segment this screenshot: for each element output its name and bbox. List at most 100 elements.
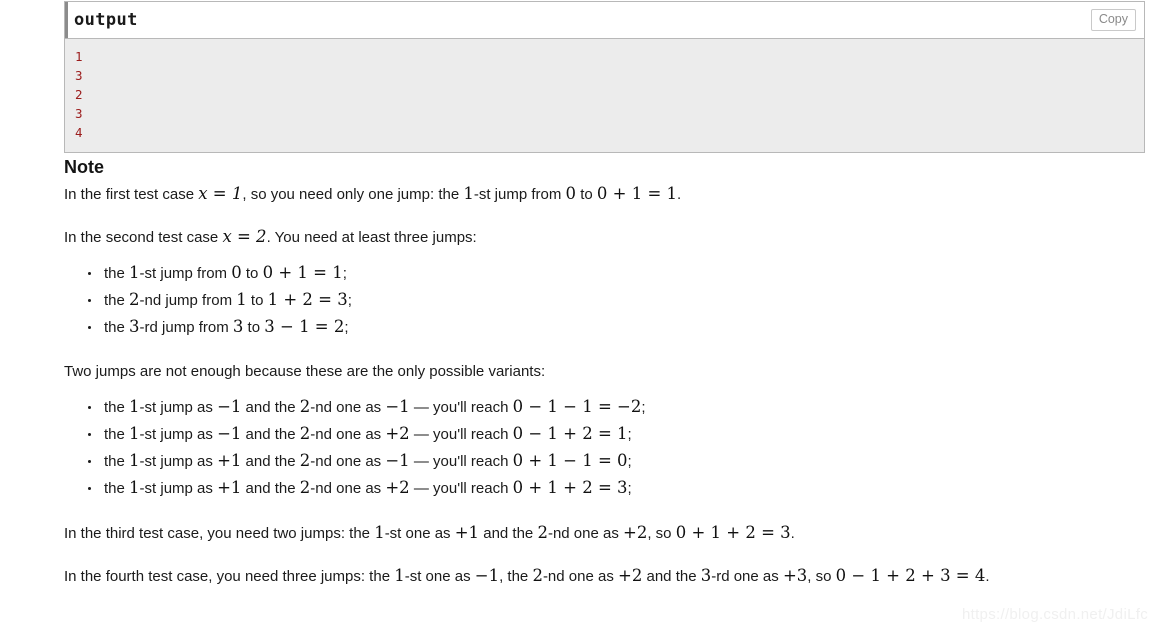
note-section: Note In the first test case x = 1, so yo… bbox=[64, 156, 1149, 588]
output-panel-header: output Copy bbox=[65, 2, 1144, 38]
text-fragment: -st jump as bbox=[139, 426, 218, 443]
math-expression: 2 bbox=[299, 478, 311, 497]
text-fragment: and the bbox=[241, 399, 300, 416]
text-fragment: you'll reach bbox=[433, 399, 513, 416]
math-expression: 2 bbox=[532, 566, 543, 585]
text-fragment: In the third test case, you need two jum… bbox=[64, 525, 375, 542]
math-expression: 1 bbox=[463, 184, 474, 203]
text-fragment: -st jump as bbox=[139, 480, 218, 497]
math-expression: 1 bbox=[129, 424, 140, 443]
text-fragment: you'll reach bbox=[433, 480, 513, 497]
math-expression: +2 bbox=[618, 566, 643, 585]
text-fragment: , so bbox=[647, 525, 676, 542]
math-expression: 0 + 1 − 1 = 0 bbox=[512, 451, 628, 470]
math-expression: −1 bbox=[217, 397, 242, 416]
text-fragment: -st jump from bbox=[139, 265, 232, 282]
note-heading: Note bbox=[64, 157, 104, 177]
math-expression: x = 2 bbox=[222, 227, 267, 246]
jump-list-second-case: the 1-st jump from 0 to 0 + 1 = 1; the 2… bbox=[64, 260, 1149, 341]
list-item: the 3-rd jump from 3 to 3 − 1 = 2; bbox=[64, 314, 1149, 341]
text-fragment: the bbox=[104, 453, 130, 470]
output-panel: output Copy 1 3 2 3 4 bbox=[64, 1, 1145, 153]
text-fragment: , so bbox=[807, 568, 836, 585]
math-expression: 0 + 1 = 1 bbox=[262, 263, 343, 282]
text-fragment: and the bbox=[479, 525, 538, 542]
code-line: 4 bbox=[75, 125, 83, 140]
copy-button[interactable]: Copy bbox=[1090, 9, 1136, 31]
math-expression: −1 bbox=[217, 424, 242, 443]
math-expression: +3 bbox=[782, 566, 808, 585]
list-item: the 1-st jump as −1 and the 2-nd one as … bbox=[64, 421, 1149, 448]
math-expression: 1 bbox=[236, 290, 247, 309]
text-fragment: -nd one as bbox=[547, 525, 624, 542]
math-expression: +2 bbox=[623, 523, 648, 542]
text-fragment: -st one as bbox=[404, 568, 475, 585]
code-line: 3 bbox=[75, 106, 83, 121]
math-expression: 1 bbox=[394, 566, 405, 585]
text-fragment: — bbox=[409, 399, 434, 416]
list-item: the 1-st jump as +1 and the 2-nd one as … bbox=[64, 448, 1149, 475]
math-expression: +1 bbox=[454, 523, 480, 542]
text-fragment: you'll reach bbox=[433, 426, 513, 443]
text-fragment: , so you need only one jump: the bbox=[242, 186, 464, 203]
text-fragment: In the fourth test case, you need three … bbox=[64, 568, 395, 585]
text-fragment: the bbox=[104, 399, 130, 416]
text-fragment: -rd jump from bbox=[139, 319, 233, 336]
math-expression: 3 − 1 = 2 bbox=[264, 317, 345, 336]
text-fragment: to bbox=[241, 265, 263, 282]
text-fragment: the bbox=[104, 426, 130, 443]
text-fragment: In the first test case bbox=[64, 186, 199, 203]
text-fragment: — bbox=[409, 480, 434, 497]
note-paragraph-two-jumps: Two jumps are not enough because these a… bbox=[64, 363, 546, 380]
text-fragment: -st one as bbox=[384, 525, 455, 542]
text-fragment: . You need at least three jumps: bbox=[266, 229, 477, 246]
text-fragment: . bbox=[677, 186, 682, 203]
text-fragment: -nd one as bbox=[310, 399, 386, 416]
text-fragment: and the bbox=[241, 480, 300, 497]
math-expression: x = 1 bbox=[198, 184, 243, 203]
list-item: the 1-st jump as +1 and the 2-nd one as … bbox=[64, 475, 1149, 502]
note-paragraph-first-case: In the first test case x = 1, so you nee… bbox=[64, 180, 1149, 206]
math-expression: 0 − 1 − 1 = −2 bbox=[512, 397, 642, 416]
text-fragment: the bbox=[104, 265, 130, 282]
math-expression: +1 bbox=[217, 478, 242, 497]
watermark: https://blog.csdn.net/JdiLfc bbox=[961, 606, 1148, 623]
text-fragment: -nd one as bbox=[310, 453, 386, 470]
math-expression: 1 bbox=[129, 478, 140, 497]
math-expression: 1 bbox=[129, 263, 140, 282]
text-fragment: -nd one as bbox=[310, 426, 386, 443]
code-line: 2 bbox=[75, 87, 83, 102]
text-fragment: you'll reach bbox=[433, 453, 513, 470]
note-paragraph-second-case: In the second test case x = 2. You need … bbox=[64, 206, 1149, 249]
math-expression: 2 bbox=[129, 290, 140, 309]
text-fragment: . bbox=[790, 525, 795, 542]
text-fragment: In the second test case bbox=[64, 229, 223, 246]
text-fragment: -st jump from bbox=[473, 186, 566, 203]
text-fragment: the bbox=[104, 292, 130, 309]
note-paragraph-fourth-case: In the fourth test case, you need three … bbox=[64, 545, 1149, 588]
text-fragment: ; bbox=[641, 399, 646, 416]
text-fragment: . bbox=[985, 568, 990, 585]
text-fragment: ; bbox=[347, 292, 352, 309]
math-expression: −1 bbox=[474, 566, 500, 585]
math-expression: 1 + 2 = 3 bbox=[267, 290, 348, 309]
text-fragment: ; bbox=[627, 453, 632, 470]
math-expression: −1 bbox=[385, 397, 410, 416]
text-fragment: -nd one as bbox=[542, 568, 618, 585]
output-code-block: 1 3 2 3 4 bbox=[65, 38, 1144, 152]
text-fragment: -nd one as bbox=[310, 480, 386, 497]
math-expression: 1 bbox=[374, 523, 385, 542]
math-expression: 0 − 1 + 2 + 3 = 4 bbox=[835, 566, 986, 585]
text-fragment: and the bbox=[642, 568, 701, 585]
math-expression: +2 bbox=[385, 478, 410, 497]
math-expression: +2 bbox=[385, 424, 410, 443]
jump-list-variants: the 1-st jump as −1 and the 2-nd one as … bbox=[64, 394, 1149, 502]
text-fragment: ; bbox=[342, 265, 347, 282]
text-fragment: ; bbox=[627, 426, 632, 443]
math-expression: 0 bbox=[565, 184, 577, 203]
math-expression: +1 bbox=[217, 451, 242, 470]
text-fragment: -st jump as bbox=[139, 453, 218, 470]
math-expression: 3 bbox=[700, 566, 712, 585]
math-expression: 1 bbox=[129, 397, 140, 416]
text-fragment: ; bbox=[344, 319, 349, 336]
